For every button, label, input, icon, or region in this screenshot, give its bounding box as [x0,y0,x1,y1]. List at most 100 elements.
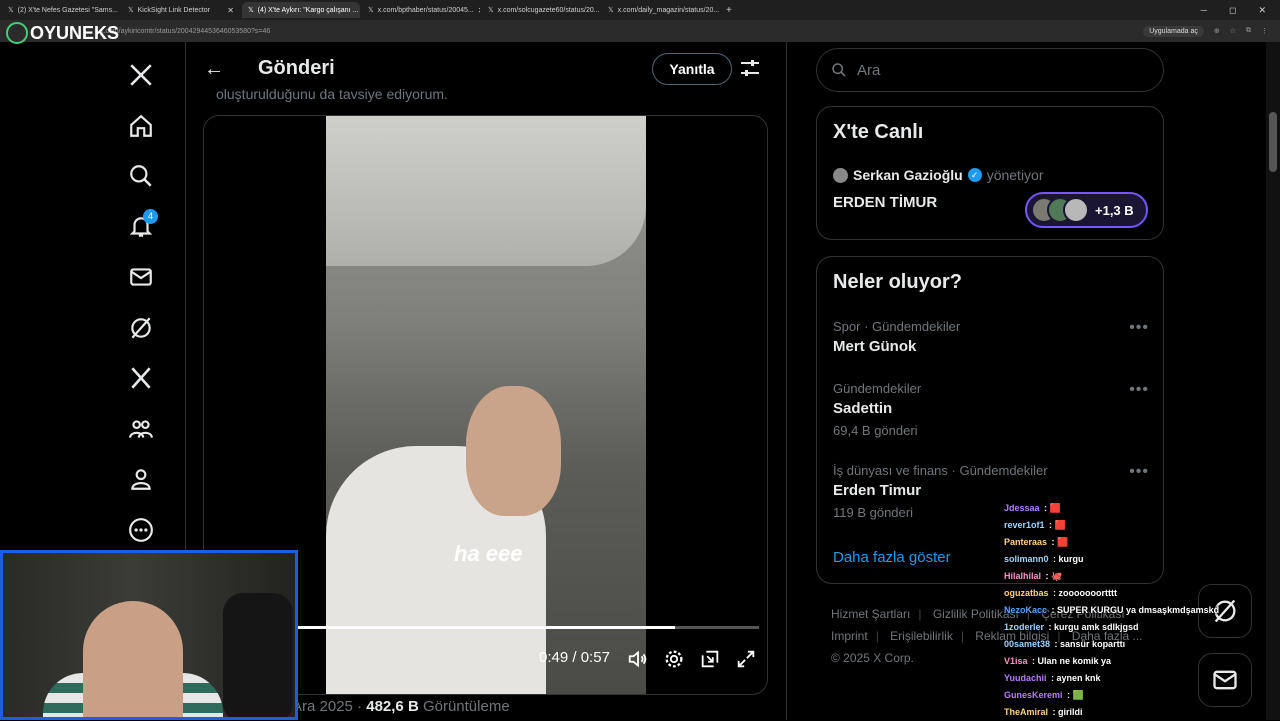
search-icon [130,165,152,187]
nav-notifications[interactable]: 4 [110,202,172,253]
trend-count: 69,4 B gönderi [833,423,918,438]
chat-text: kurgu [1058,554,1084,564]
chat-emote: 🟥 [1049,503,1061,513]
trend-more-icon[interactable]: ••• [1129,381,1149,399]
page-scrollbar[interactable] [1266,42,1280,720]
open-in-app-button[interactable]: Uygulamada aç [1143,25,1204,37]
chat-message: Jdessaa : 🟥 [1004,503,1061,513]
chat-message: TheAmiral : girildi [1004,707,1083,717]
listener-avatar [1063,197,1089,223]
chat-emote: 🟥 [1054,520,1066,530]
footer-link[interactable]: Imprint [831,629,868,643]
space-host[interactable]: Serkan Gazioğlu ✓ yönetiyor [833,167,1044,183]
picture-in-picture-icon[interactable] [699,648,721,670]
show-more-link[interactable]: Daha fazla göster [833,549,951,566]
trend-meta: Spor · Gündemdekiler [833,319,961,334]
browser-tab[interactable]: 𝕏x.com/solcugazete60/status/20...✕ [482,2,600,18]
current-time: 0:49 [539,649,569,666]
column-divider-right [786,42,787,720]
space-listeners[interactable]: +1,3 B [1025,192,1148,228]
video-time: 0:49 / 0:57 [539,649,610,666]
nav-communities[interactable] [110,404,172,455]
reply-button[interactable]: Yanıtla [652,53,732,85]
trend-meta: İş dünyası ve finans · Gündemdekiler [833,463,1048,478]
host-avatar [833,167,848,183]
tab-title: x.com/bpthaber/status/20045... [377,6,474,14]
browser-tab[interactable]: 𝕏(4) X'te Aykırı: "Kargo çalışanı ...✕ [242,2,360,18]
trend-item[interactable]: Spor · Gündemdekiler Mert Günok ••• [833,319,1149,355]
nav-home[interactable] [110,101,172,152]
video-progress-bar[interactable] [294,626,759,629]
new-tab-icon[interactable]: + [726,5,732,16]
nav-more[interactable] [110,505,172,556]
chat-username: 1zoderler [1004,622,1045,632]
nav-premium[interactable] [110,353,172,404]
tab-favicon-icon: 𝕏 [128,7,134,14]
nav-messages[interactable] [110,252,172,303]
home-icon [130,114,152,137]
url-field[interactable]: x.com/aykiricomtr/status/200429445364605… [100,28,270,35]
chat-username: 00samet38 [1004,639,1051,649]
nav-search[interactable] [110,151,172,202]
search-box[interactable] [816,48,1164,92]
video-progress-fill [294,626,676,629]
view-count: 482,6 B [366,698,419,715]
chat-message: GunesKeremi : 🟩 [1004,690,1084,700]
tab-close-icon[interactable]: ✕ [478,6,480,15]
chat-username: NezoKacc [1004,605,1048,615]
settings-gear-icon[interactable] [663,648,685,670]
back-arrow-icon[interactable]: ← [204,58,224,81]
trend-more-icon[interactable]: ••• [1129,463,1149,481]
chat-username: rever1of1 [1004,520,1045,530]
tab-favicon-icon: 𝕏 [488,7,494,14]
reply-settings-icon[interactable] [740,58,760,78]
tab-close-icon[interactable]: ✕ [227,6,234,15]
chat-username: TheAmiral [1004,707,1049,717]
browser-tab[interactable]: 𝕏 KickSight Link Detector ✕ [122,2,240,18]
chat-username: Panteraas [1004,537,1048,547]
volume-icon[interactable] [627,648,649,670]
grok-icon [131,317,151,339]
footer-link[interactable]: Erişilebilirlik [890,629,953,643]
trend-name: Erden Timur [833,482,922,499]
browser-menu-icon[interactable]: ⋮ [1261,27,1268,35]
chat-username: V1isa [1004,656,1028,666]
browser-tab[interactable]: 𝕏x.com/bpthaber/status/20045... ✕ [362,2,480,18]
stream-chat-overlay: Jdessaa : 🟥 rever1of1 : 🟥 Panteraas : 🟥 sol… [1004,500,1234,721]
search-input[interactable] [857,61,1137,79]
tab-favicon-icon: 𝕏 [368,7,374,14]
notification-badge: 4 [143,208,158,224]
bookmark-star-icon[interactable]: ☆ [1230,27,1236,35]
more-icon [129,517,153,542]
extensions-icon[interactable]: ⧉ [1246,27,1251,35]
chat-text: kurgu amk sdlkjgsd [1054,622,1139,632]
fullscreen-icon[interactable] [735,648,757,670]
trend-name: Sadettin [833,400,893,417]
browser-tab-bar: 𝕏(2) X'te Nefes Gazetesi "Sams...✕𝕏KickS… [0,0,1280,20]
trend-item[interactable]: Gündemdekiler Sadettin 69,4 B gönderi ••… [833,381,1149,438]
nav-x-logo[interactable] [110,50,172,101]
minimize-icon[interactable]: ─ [1201,5,1207,16]
trend-more-icon[interactable]: ••• [1129,319,1149,337]
nav-profile[interactable] [110,454,172,505]
post-stats: Ara 2025 · 482,6 B Görüntüleme [292,698,510,715]
tab-title: (4) X'te Aykırı: "Kargo çalışanı ... [257,6,359,14]
chat-emote: 🟩 [1072,690,1084,700]
browser-tab[interactable]: 𝕏x.com/daily_magazin/status/20...✕ [602,2,720,18]
tab-title: x.com/daily_magazin/status/20... [617,6,720,14]
nav-grok[interactable] [110,303,172,354]
duration: 0:57 [580,649,610,666]
zoom-icon[interactable]: ⊕ [1214,27,1220,35]
browser-tab[interactable]: 𝕏(2) X'te Nefes Gazetesi "Sams...✕ [2,2,120,18]
tab-favicon-icon: 𝕏 [248,7,254,14]
stream-logo-mark-icon [6,22,28,44]
maximize-icon[interactable]: ◻ [1229,5,1236,16]
chat-text: girildi [1058,707,1083,717]
video-frame[interactable]: ha eee [326,116,646,694]
space-name[interactable]: ERDEN TİMUR [833,194,937,211]
close-window-icon[interactable]: ✕ [1258,5,1266,16]
scrollbar-thumb[interactable] [1269,112,1277,172]
tab-favicon-icon: 𝕏 [608,7,614,14]
chat-username: Jdessaa [1004,503,1040,513]
footer-link[interactable]: Hizmet Şartları [831,607,910,621]
